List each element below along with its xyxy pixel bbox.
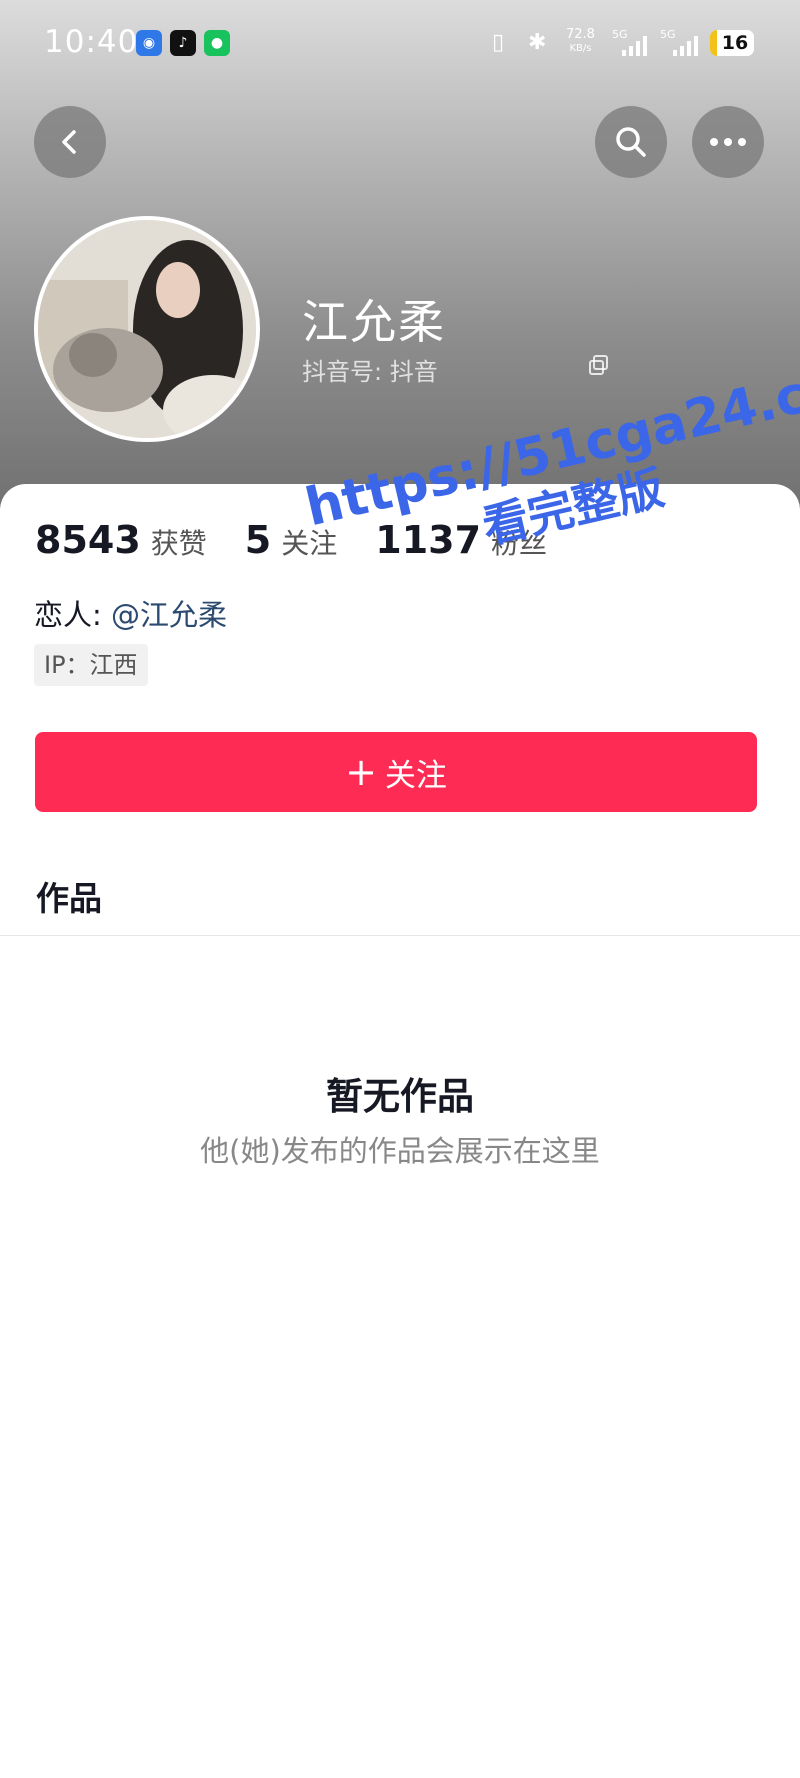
following-label[interactable]: 关注 xyxy=(281,522,337,562)
avatar-photo xyxy=(38,220,256,438)
battery-indicator: 16 xyxy=(710,30,754,56)
more-icon xyxy=(710,138,746,146)
status-bar: 10:40 ◉ ♪ ● ▯ ✱ 72.8 KB/s 5G 5G 16 xyxy=(0,0,800,90)
tab-divider xyxy=(0,935,800,936)
bluetooth-icon: ✱ xyxy=(528,30,547,55)
profile-name: 江允柔 xyxy=(302,295,446,349)
relationship-link[interactable]: @江允柔 xyxy=(111,598,227,632)
search-button[interactable] xyxy=(595,106,667,178)
network-speed: 72.8 KB/s xyxy=(566,27,595,55)
douyin-icon: ♪ xyxy=(170,30,196,56)
back-button[interactable] xyxy=(34,106,106,178)
ip-location-tag: IP：江西 xyxy=(34,644,148,686)
wechat-icon: ● xyxy=(204,30,230,56)
vibrate-icon: ▯ xyxy=(492,30,505,55)
following-count[interactable]: 5 xyxy=(245,518,271,562)
likes-count: 8543 xyxy=(35,518,141,562)
relationship-label: 恋人: xyxy=(34,598,102,632)
follow-button[interactable]: + 关注 xyxy=(35,732,757,812)
more-button[interactable] xyxy=(692,106,764,178)
radio-icon: ◉ xyxy=(136,30,162,56)
followers-label[interactable]: 粉丝 xyxy=(491,522,547,562)
profile-stats: 8543 获赞 5 关注 1137 粉丝 xyxy=(35,518,585,568)
tab-works[interactable]: 作品 xyxy=(36,872,102,920)
douyin-id: 抖音号: 抖音 xyxy=(302,358,438,386)
search-icon xyxy=(616,127,646,157)
plus-icon: + xyxy=(345,750,377,794)
followers-count[interactable]: 1137 xyxy=(375,518,481,562)
empty-state-title: 暂无作品 xyxy=(326,1075,474,1118)
status-time: 10:40 xyxy=(44,24,139,60)
back-icon xyxy=(62,130,76,154)
avatar[interactable] xyxy=(34,216,260,442)
signal-1-icon xyxy=(622,36,647,56)
empty-state-subtitle: 他(她)发布的作品会展示在这里 xyxy=(200,1134,600,1168)
signal-2-icon xyxy=(673,36,698,56)
relationship-line: 恋人: @江允柔 xyxy=(34,592,227,634)
follow-button-label: 关注 xyxy=(384,757,447,794)
copy-icon[interactable] xyxy=(588,354,610,376)
likes-label: 获赞 xyxy=(150,527,207,560)
